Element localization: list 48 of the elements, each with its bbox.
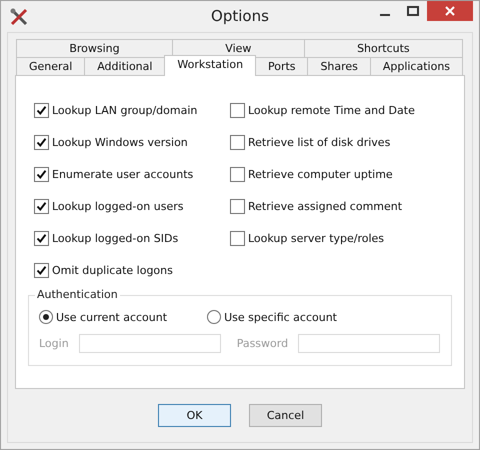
checkmark-icon (36, 200, 47, 212)
radio-button[interactable] (207, 310, 222, 324)
option-label: Use specific account (224, 310, 337, 324)
checkbox[interactable] (230, 134, 245, 150)
option-label: Lookup LAN group/domain (52, 104, 198, 116)
field-label: Password (236, 337, 288, 350)
field-label: Login (39, 337, 69, 350)
checkmark-icon (36, 136, 47, 148)
checkbox[interactable] (34, 102, 49, 118)
option-label: Retrieve computer uptime (248, 168, 393, 180)
option-label: Omit duplicate logons (52, 264, 173, 276)
tools-icon (9, 7, 29, 27)
window-title: Options (210, 7, 270, 25)
option-label: Lookup remote Time and Date (248, 104, 415, 116)
option-label: Retrieve list of disk drives (248, 136, 390, 148)
close-button[interactable] (427, 1, 473, 21)
checkbox[interactable] (34, 262, 49, 278)
checkmark-icon (36, 264, 47, 276)
option-label: Enumerate user accounts (52, 168, 194, 180)
option-label: Lookup logged-on SIDs (52, 232, 178, 244)
group-title: Authentication (35, 288, 120, 301)
checkmark-icon (36, 168, 47, 180)
radio-button[interactable] (39, 310, 53, 324)
checkbox[interactable] (34, 134, 49, 150)
tab[interactable]: General (16, 57, 86, 75)
checkbox[interactable] (230, 230, 245, 246)
option-label: Lookup server type/roles (248, 232, 384, 244)
tab[interactable]: Workstation (164, 55, 256, 76)
maximize-icon (407, 6, 419, 16)
checkbox[interactable] (34, 198, 49, 214)
option-label: Lookup logged-on users (52, 200, 184, 212)
checkbox[interactable] (230, 166, 245, 182)
checkbox[interactable] (230, 102, 245, 118)
tab[interactable]: Applications (370, 57, 463, 75)
tab[interactable]: Browsing (16, 39, 173, 57)
option-label: Lookup Windows version (52, 136, 188, 148)
checkmark-icon (36, 232, 47, 244)
checkbox[interactable] (230, 198, 245, 214)
option-label: Use current account (56, 310, 168, 324)
minimize-icon (380, 14, 390, 16)
dialog-button[interactable]: OK (158, 404, 231, 427)
checkbox[interactable] (34, 166, 49, 182)
option-label: Retrieve assigned comment (248, 200, 402, 212)
dialog-button[interactable]: Cancel (249, 404, 322, 427)
checkbox[interactable] (34, 230, 49, 246)
close-icon (445, 6, 455, 16)
tab[interactable]: Shortcuts (304, 39, 464, 57)
checkmark-icon (36, 104, 47, 116)
